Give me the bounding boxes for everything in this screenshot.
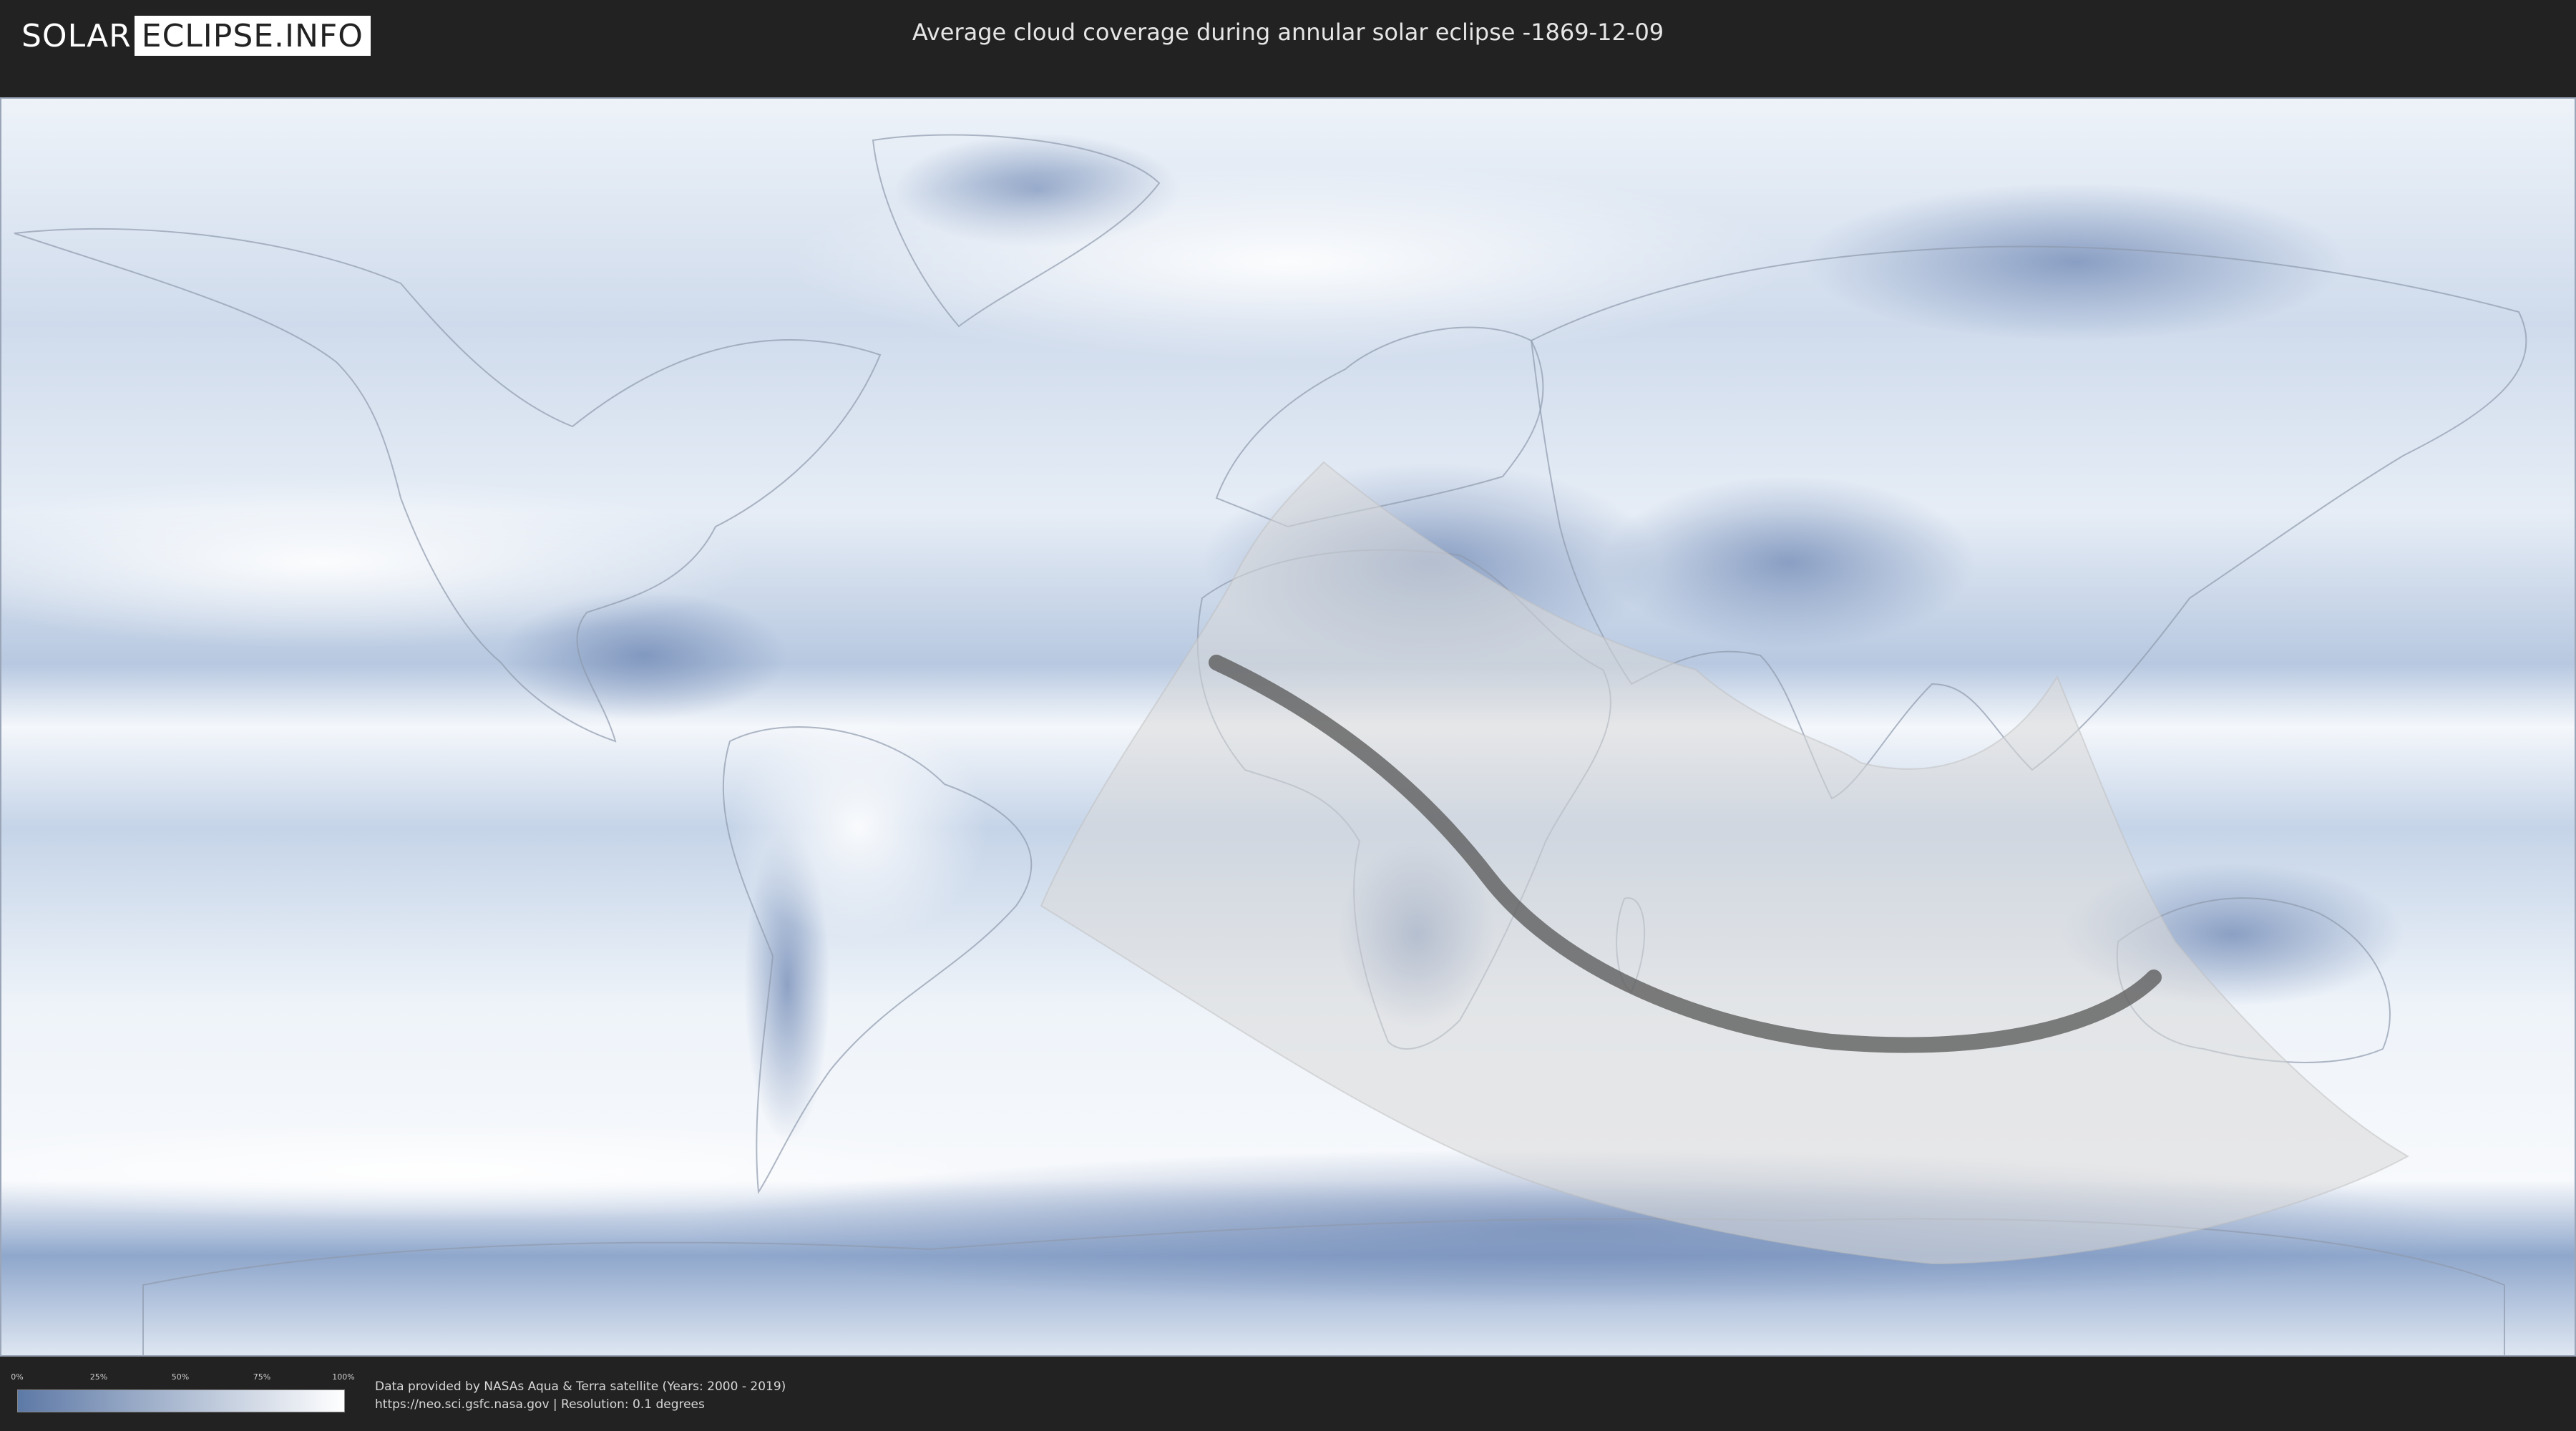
cloud-coverage-legend: 0% 25% 50% 75% 100% [11,1372,355,1412]
page-title: Average cloud coverage during annular so… [912,19,1664,46]
legend-tick-50: 50% [171,1372,190,1382]
legend-tick-75: 75% [253,1372,271,1382]
legend-tick-25: 25% [89,1372,108,1382]
header-bar: SOLAR ECLIPSE.INFO Average cloud coverag… [0,0,2576,72]
legend-color-bar [17,1390,345,1412]
legend-ticks: 0% 25% 50% 75% 100% [11,1372,354,1384]
world-map-svg [0,97,2576,1357]
credit-line-2[interactable]: https://neo.sci.gsfc.nasa.gov | Resoluti… [375,1396,786,1414]
legend-tick-0: 0% [11,1372,24,1382]
data-credits: Data provided by NASAs Aqua & Terra sate… [375,1378,786,1414]
credit-line-1: Data provided by NASAs Aqua & Terra sate… [375,1379,786,1394]
footer-bar: 0% 25% 50% 75% 100% Data provided by NAS… [0,1357,2576,1431]
cloud-coverage-map [0,97,2576,1357]
legend-tick-100: 100% [332,1372,355,1382]
